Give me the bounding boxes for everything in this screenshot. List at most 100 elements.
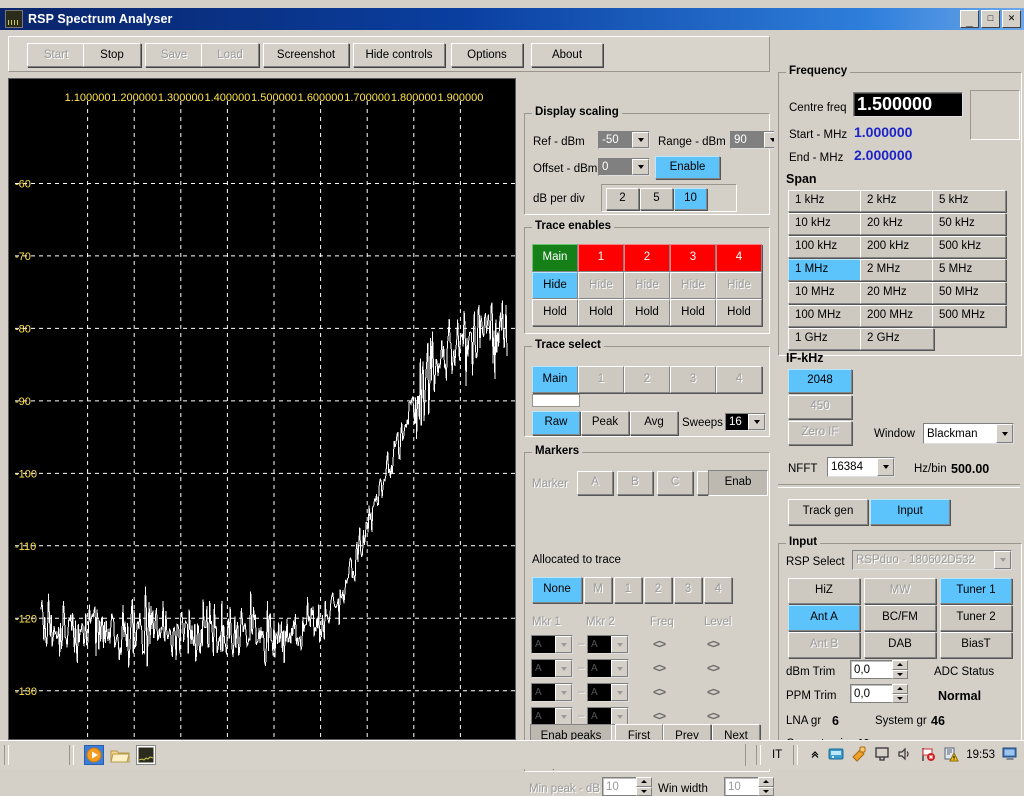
ppm-trim-spinner[interactable]: 0,0 [850,684,908,703]
span-button-200-khz[interactable]: 200 kHz [860,236,934,258]
taskbar-clock[interactable]: 19:53 [966,749,995,761]
trace-enable-1[interactable]: 1 [578,244,624,272]
marker-enab-button[interactable]: Enab [708,470,768,496]
ppm-trim-spin-buttons[interactable] [892,684,908,703]
trace-select-4[interactable]: 4 [716,366,762,393]
if-2048-button[interactable]: 2048 [788,369,852,393]
marker-row-2-mkr1-combo[interactable]: A [531,659,573,678]
marker-row-2-mkr2-combo[interactable]: A [587,659,629,678]
chevron-up-icon[interactable] [892,660,908,670]
chevron-down-icon[interactable] [748,414,765,430]
rsp-select-combo[interactable]: RSPduo - 180602D532 [852,550,1012,570]
trace-select-3[interactable]: 3 [670,366,716,393]
toolbar-button-stop[interactable]: Stop [83,43,141,67]
trace-hide-main[interactable]: Hide [532,272,578,299]
span-button-5-khz[interactable]: 5 kHz [932,190,1006,212]
trace-select-main[interactable]: Main [532,366,578,393]
trace-hide-1[interactable]: Hide [578,272,624,299]
spectrum-plot-frame[interactable]: 1.1000001.2000001.3000001.4000001.500000… [8,78,516,740]
allocation-button-2[interactable]: 2 [644,577,672,603]
trace-enable-2[interactable]: 2 [624,244,670,272]
toolbar-button-load[interactable]: Load [201,43,259,67]
toolbar-button-about[interactable]: About [531,43,603,67]
chevron-down-icon[interactable] [892,694,908,704]
span-button-1-ghz[interactable]: 1 GHz [788,328,862,350]
span-button-1-mhz[interactable]: 1 MHz [788,259,862,281]
toolbar-button-options[interactable]: Options [451,43,523,67]
chevron-down-icon[interactable] [996,424,1013,443]
chevron-down-icon[interactable] [555,660,572,677]
chevron-down-icon[interactable] [892,670,908,680]
chevron-down-icon[interactable] [758,787,774,796]
chevron-down-icon[interactable] [555,708,572,725]
centre-freq-input[interactable]: 1.500000 [853,92,963,117]
trace-hold-1[interactable]: Hold [578,299,624,326]
trace-mode-peak-button[interactable]: Peak [581,411,629,435]
trace-hide-2[interactable]: Hide [624,272,670,299]
chevron-down-icon[interactable] [611,660,628,677]
chevron-down-icon[interactable] [877,458,894,476]
span-button-20-mhz[interactable]: 20 MHz [860,282,934,304]
close-button[interactable]: ✕ [1002,10,1021,28]
span-button-100-khz[interactable]: 100 kHz [788,236,862,258]
win-width-spinner[interactable]: 10 [724,777,774,796]
nfft-combo[interactable]: 16384 [827,457,895,477]
sweeps-combo[interactable]: 16 [725,413,766,431]
chevron-up-icon[interactable] [892,684,908,694]
trace-hold-4[interactable]: Hold [716,299,762,326]
db-per-div-5-button[interactable]: 5 [640,188,673,210]
minimize-button[interactable]: _ [960,10,979,28]
db-per-div-10-button[interactable]: 10 [674,188,707,210]
chevron-down-icon[interactable] [632,132,649,148]
input-button-hiz[interactable]: HiZ [788,578,860,604]
network-icon[interactable] [828,746,844,765]
dbm-trim-spinner[interactable]: 0,0 [850,660,908,679]
span-button-10-khz[interactable]: 10 kHz [788,213,862,235]
trace-select-2[interactable]: 2 [624,366,670,393]
chevron-up-icon[interactable] [809,748,821,763]
chevron-down-icon[interactable] [611,684,628,701]
zero-if-button[interactable]: Zero IF [788,421,852,445]
trace-enable-main[interactable]: Main [532,244,578,272]
if-450-button[interactable]: 450 [788,395,852,419]
spectrum-app-icon[interactable] [136,745,156,765]
marker-row-3-mkr1-combo[interactable]: A [531,683,573,702]
marker-row-1-mkr2-combo[interactable]: A [587,635,629,654]
allocation-button-3[interactable]: 3 [674,577,702,603]
input-button-ant-b[interactable]: Ant B [788,632,860,658]
offset-dbm-combo[interactable]: 0 [598,158,650,176]
toolbar-button-screenshot[interactable]: Screenshot [263,43,349,67]
volume-icon[interactable] [897,746,913,765]
chevron-down-icon[interactable] [611,636,628,653]
input-button-bc-fm[interactable]: BC/FM [864,605,936,631]
span-button-100-mhz[interactable]: 100 MHz [788,305,862,327]
span-button-2-khz[interactable]: 2 kHz [860,190,934,212]
input-source-button[interactable]: Input [870,499,950,525]
trace-hold-3[interactable]: Hold [670,299,716,326]
allocation-button-m[interactable]: M [584,577,612,603]
span-button-500-khz[interactable]: 500 kHz [932,236,1006,258]
trace-hide-4[interactable]: Hide [716,272,762,299]
span-button-2-ghz[interactable]: 2 GHz [860,328,934,350]
span-button-20-khz[interactable]: 20 kHz [860,213,934,235]
input-button-tuner-1[interactable]: Tuner 1 [940,578,1012,604]
dbm-trim-spin-buttons[interactable] [892,660,908,679]
chevron-down-icon[interactable] [994,551,1011,569]
folder-icon[interactable] [110,745,130,765]
marker-row-1-mkr1-combo[interactable]: A [531,635,573,654]
toolbar-button-save[interactable]: Save [145,43,203,67]
tray-grip[interactable] [756,745,761,765]
chevron-down-icon[interactable] [555,684,572,701]
min-peak-spin-buttons[interactable] [636,777,652,796]
span-button-5-mhz[interactable]: 5 MHz [932,259,1006,281]
window-combo[interactable]: Blackman [923,423,1014,444]
security-warning-icon[interactable] [943,746,959,765]
win-width-spin-buttons[interactable] [758,777,774,796]
tray-language-indicator[interactable]: IT [772,749,782,761]
db-per-div-2-button[interactable]: 2 [606,188,639,210]
trace-hide-3[interactable]: Hide [670,272,716,299]
input-button-dab[interactable]: DAB [864,632,936,658]
show-desktop-icon[interactable] [1002,747,1018,764]
span-button-10-mhz[interactable]: 10 MHz [788,282,862,304]
chevron-up-icon[interactable] [636,777,652,787]
